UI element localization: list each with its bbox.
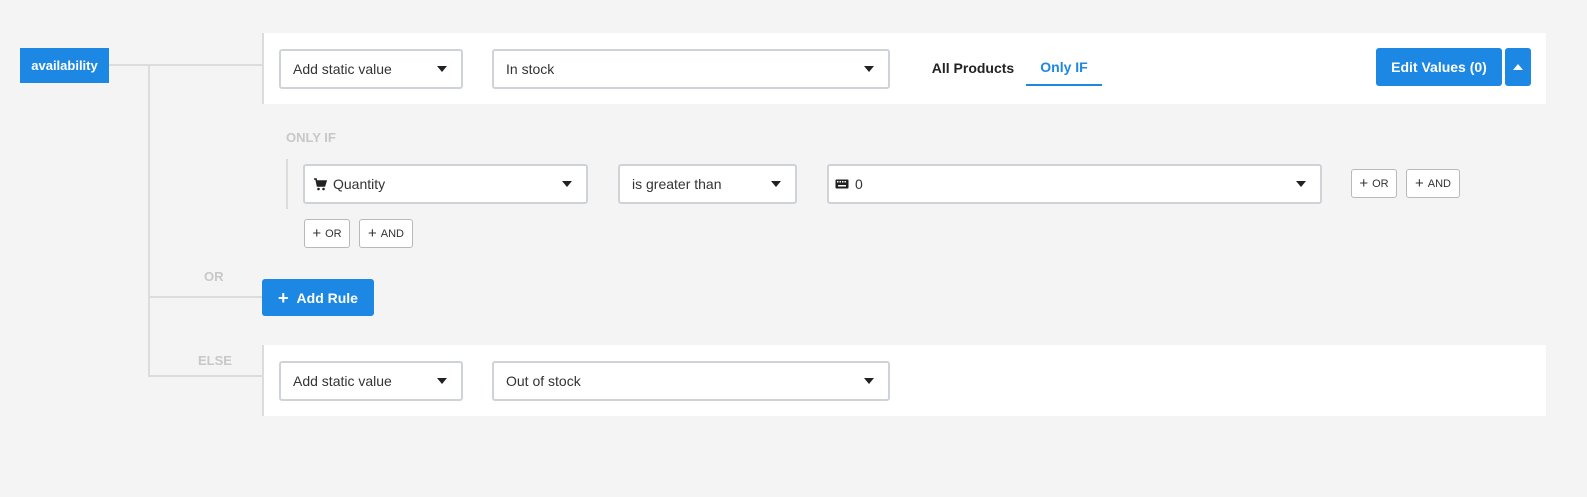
cart-icon <box>313 177 327 191</box>
field-tag-availability: availability <box>20 48 109 83</box>
only-if-label: ONLY IF <box>286 130 336 145</box>
value-type-select[interactable]: Add static value <box>279 49 463 89</box>
add-rule-button[interactable]: + Add Rule <box>262 279 374 316</box>
add-and-group-label: AND <box>380 227 404 240</box>
chevron-down-icon <box>771 181 781 187</box>
add-or-condition-label: OR <box>1372 177 1389 190</box>
chevron-down-icon <box>562 181 572 187</box>
value-select-label: In stock <box>506 61 555 77</box>
operator-select[interactable]: is greater than <box>618 164 797 204</box>
attribute-select[interactable]: Quantity <box>303 164 588 204</box>
else-value-type-select-label: Add static value <box>293 373 392 389</box>
edit-values-button[interactable]: Edit Values (0) <box>1376 48 1502 86</box>
plus-icon: + <box>312 225 322 242</box>
tab-only-if[interactable]: Only IF <box>1026 50 1102 86</box>
tab-all-products[interactable]: All Products <box>927 50 1019 86</box>
add-or-group-button[interactable]: + OR <box>304 219 350 248</box>
else-value-select[interactable]: Out of stock <box>492 361 890 401</box>
add-rule-label: Add Rule <box>296 289 358 306</box>
collapse-button[interactable] <box>1505 48 1531 86</box>
connector-line <box>148 64 150 377</box>
connector-line <box>109 64 263 66</box>
plus-icon: + <box>1359 175 1369 192</box>
else-label: ELSE <box>198 353 232 368</box>
attribute-select-label: Quantity <box>333 176 386 192</box>
add-and-condition-label: AND <box>1427 177 1451 190</box>
add-or-group-label: OR <box>325 227 342 240</box>
plus-icon: + <box>1415 175 1424 192</box>
chevron-down-icon <box>864 378 874 384</box>
connector-line <box>148 296 263 298</box>
plus-icon: + <box>278 287 289 308</box>
operator-select-label: is greater than <box>632 176 722 192</box>
or-connector-label: OR <box>204 269 224 284</box>
plus-icon: + <box>368 225 377 242</box>
chevron-down-icon <box>864 66 874 72</box>
value-type-select-label: Add static value <box>293 61 392 77</box>
chevron-down-icon <box>437 66 447 72</box>
else-value-select-label: Out of stock <box>506 373 581 389</box>
connector-line <box>148 375 263 377</box>
chevron-up-icon <box>1513 64 1523 70</box>
chevron-down-icon <box>1296 181 1306 187</box>
condition-group-line <box>286 159 288 209</box>
chevron-down-icon <box>437 378 447 384</box>
else-value-type-select[interactable]: Add static value <box>279 361 463 401</box>
add-and-group-button[interactable]: + AND <box>359 219 413 248</box>
condition-value-input[interactable]: 0 <box>827 164 1322 204</box>
condition-value-label: 0 <box>855 176 863 192</box>
add-and-condition-button[interactable]: + AND <box>1406 169 1460 198</box>
keyboard-icon <box>835 179 849 189</box>
value-select[interactable]: In stock <box>492 49 890 89</box>
add-or-condition-button[interactable]: + OR <box>1351 169 1397 198</box>
